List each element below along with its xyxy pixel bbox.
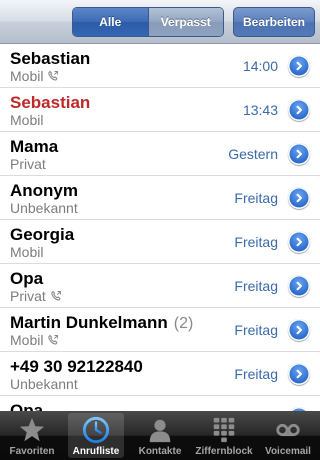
clock-icon [81,415,111,445]
star-icon [17,415,47,445]
voicemail-icon [273,415,303,445]
phone-type-label: Unbekannt [10,200,78,216]
call-row[interactable]: Sebastian Mobil 14:00 [0,44,320,88]
caller-name: Sebastian [10,93,90,113]
call-time: Freitag [234,234,278,250]
phone-type-label: Mobil [10,244,44,260]
phone-type: Mobil [10,68,59,84]
caller-name: Martin Dunkelmann (2) [10,313,193,333]
detail-disclosure-icon[interactable] [288,55,310,77]
outgoing-call-icon [47,70,59,82]
phone-type: Unbekannt [10,200,78,216]
caller-name-text: Opa [10,269,44,288]
segment-all[interactable]: Alle [73,8,148,36]
call-row[interactable]: Mama Privat Gestern [0,132,320,176]
keypad-icon [209,415,239,445]
call-time: Freitag [234,190,278,206]
tab-keypad[interactable]: Ziffernblock [192,411,256,460]
detail-disclosure-icon[interactable] [288,143,310,165]
detail-disclosure-icon[interactable] [288,187,310,209]
caller-name-text: Anonym [10,181,78,200]
caller-name-text: Sebastian [10,93,91,112]
caller-name: Sebastian [10,49,90,69]
call-time: Gestern [228,146,278,162]
outgoing-call-icon [47,334,59,346]
tab-clock[interactable]: Anrufliste [64,411,128,460]
caller-name-text: Martin Dunkelmann [10,313,168,332]
tab-voicemail[interactable]: Voicemail [256,411,320,460]
tab-label: Kontakte [138,446,182,457]
caller-name: +49 30 92122840 [10,357,143,377]
edit-button[interactable]: Bearbeiten [233,7,315,37]
phone-type-label: Privat [10,156,46,172]
caller-name-text: +49 30 92122840 [10,357,143,376]
call-row[interactable]: +49 30 92122840 Unbekannt Freitag [0,352,320,396]
tab-bar: Favoriten Anrufliste Kontakte Ziffernblock V… [0,411,320,460]
detail-disclosure-icon[interactable] [288,99,310,121]
call-row[interactable]: Georgia Mobil Freitag [0,220,320,264]
call-time: 14:00 [242,58,278,74]
call-time: Freitag [234,278,278,294]
caller-name-text: Georgia [10,225,75,244]
caller-name: Opa [10,269,43,289]
call-time: 13:43 [242,102,278,118]
phone-type-label: Mobil [10,112,44,128]
phone-type-label: Privat [10,288,46,304]
detail-disclosure-icon[interactable] [288,275,310,297]
caller-name-text: Mama [10,137,59,156]
outgoing-call-icon [50,290,62,302]
caller-name-text: Sebastian [10,49,91,68]
detail-disclosure-icon[interactable] [288,319,310,341]
phone-type: Privat [10,288,62,304]
phone-type: Privat [10,156,46,172]
phone-type: Mobil [10,112,43,128]
contacts-icon [145,415,175,445]
phone-type: Mobil [10,244,43,260]
filter-segmented-control: Alle Verpasst [72,7,224,37]
call-row[interactable]: Anonym Unbekannt Freitag [0,176,320,220]
call-time: Freitag [234,322,278,338]
call-row[interactable]: Opa Privat Freitag [0,264,320,308]
call-row[interactable]: Sebastian Mobil 13:43 [0,88,320,132]
tab-contacts[interactable]: Kontakte [128,411,192,460]
phone-type-label: Unbekannt [10,376,78,392]
phone-type-label: Mobil [10,332,44,348]
caller-name: Mama [10,137,58,157]
call-row[interactable]: Martin Dunkelmann (2) Mobil Freitag [0,308,320,352]
navigation-bar: Alle Verpasst Bearbeiten [0,0,320,44]
phone-type: Unbekannt [10,376,78,392]
caller-name: Anonym [10,181,78,201]
call-list[interactable]: Sebastian Mobil 14:00 Sebastian Mobil 13:43 Ma… [0,44,320,413]
caller-name: Georgia [10,225,74,245]
phone-type: Mobil [10,332,59,348]
tab-label: Favoriten [9,446,55,457]
detail-disclosure-icon[interactable] [288,363,310,385]
call-count: (2) [173,315,194,332]
detail-disclosure-icon[interactable] [288,231,310,253]
tab-star[interactable]: Favoriten [0,411,64,460]
phone-type-label: Mobil [10,68,44,84]
segment-missed[interactable]: Verpasst [147,8,223,36]
call-time: Freitag [234,366,278,382]
tab-label: Voicemail [265,446,311,457]
tab-label: Ziffernblock [195,446,253,457]
tab-label: Anrufliste [72,446,120,457]
